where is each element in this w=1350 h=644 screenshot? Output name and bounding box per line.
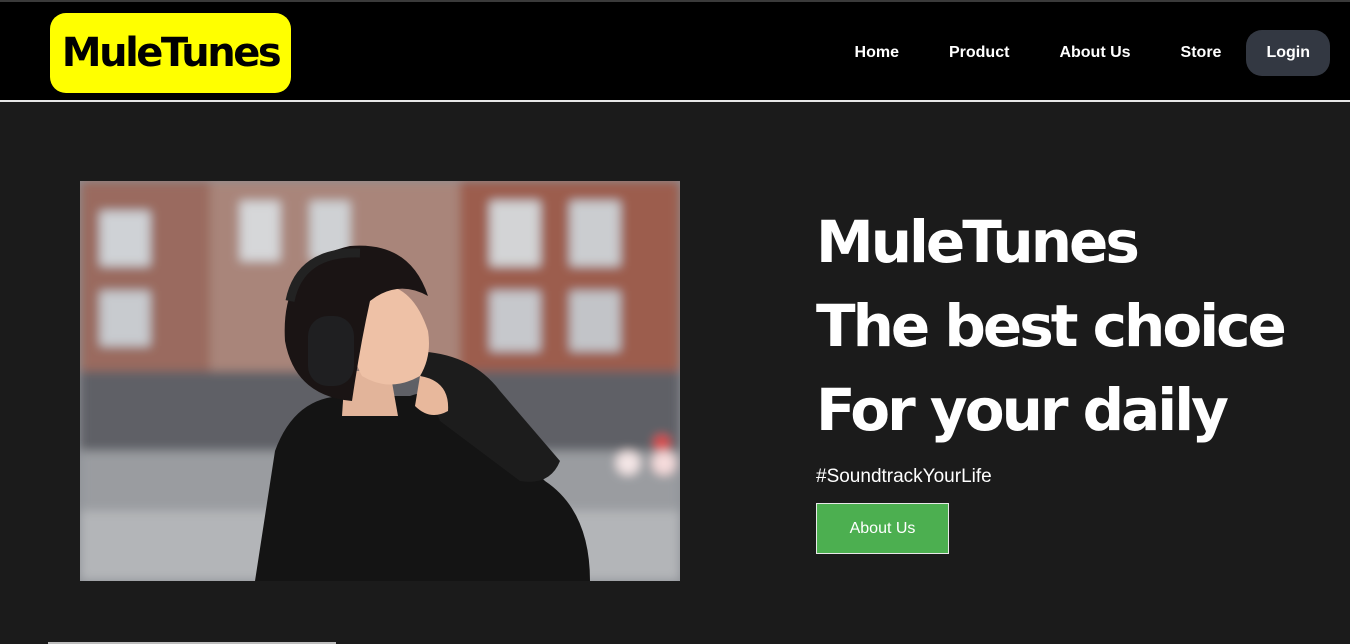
- about-us-button[interactable]: About Us: [816, 503, 949, 554]
- hero-title-line-1: MuleTunes: [816, 208, 1140, 276]
- hero-title-line-3: For your daily: [816, 376, 1229, 444]
- hero-photo-illustration: [80, 181, 680, 581]
- logo[interactable]: MuleTunes: [50, 13, 291, 93]
- navbar: MuleTunes Home Product About Us Store Lo…: [0, 0, 1350, 102]
- hero-image: [80, 181, 680, 581]
- login-button[interactable]: Login: [1246, 30, 1330, 76]
- main-nav: Home Product About Us Store Login: [830, 30, 1330, 76]
- hero-title: MuleTunes The best choice For your daily: [816, 200, 1316, 452]
- nav-home[interactable]: Home: [830, 30, 924, 76]
- hero-title-line-2: The best choice: [816, 292, 1287, 360]
- logo-text: MuleTunes: [61, 30, 282, 76]
- hero-tagline: #SoundtrackYourLife: [816, 466, 992, 487]
- nav-about-us[interactable]: About Us: [1034, 30, 1155, 76]
- nav-product[interactable]: Product: [924, 30, 1034, 76]
- nav-store[interactable]: Store: [1156, 30, 1247, 76]
- hero-text: MuleTunes The best choice For your daily…: [816, 200, 1316, 488]
